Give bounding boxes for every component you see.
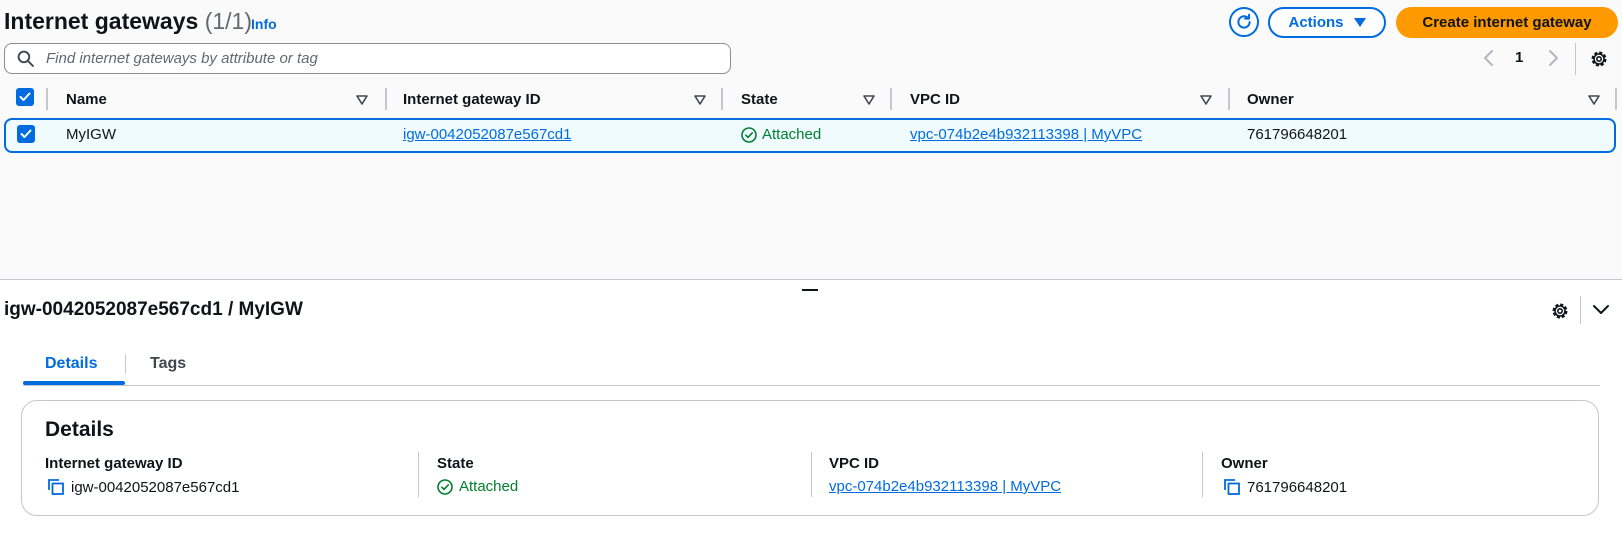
row-state-label: Attached [762, 126, 822, 143]
status-success-icon [437, 478, 453, 495]
details-card [21, 400, 1599, 516]
row-checkbox[interactable] [17, 125, 35, 143]
status-success-icon [741, 126, 757, 143]
column-header-state[interactable]: State [741, 91, 778, 108]
column-divider [811, 452, 812, 497]
row-owner: 761796648201 [1247, 126, 1348, 143]
column-divider [46, 88, 48, 110]
column-header-vpc-id[interactable]: VPC ID [910, 91, 960, 108]
column-header-owner[interactable]: Owner [1247, 91, 1294, 108]
select-all-checkbox[interactable] [16, 88, 34, 106]
field-label-gateway-id: Internet gateway ID [45, 455, 183, 472]
row-state: Attached [741, 126, 821, 143]
column-divider [721, 88, 723, 110]
sort-icon[interactable] [1588, 94, 1600, 106]
current-page[interactable]: 1 [1515, 49, 1523, 66]
column-divider [385, 88, 387, 110]
search-input[interactable]: Find internet gateways by attribute or t… [4, 43, 731, 74]
column-divider [418, 452, 419, 497]
create-internet-gateway-button[interactable]: Create internet gateway [1396, 7, 1618, 38]
row-name: MyIGW [66, 126, 116, 143]
gear-icon[interactable] [1589, 49, 1609, 69]
checkmark-icon [19, 92, 31, 101]
vpc-id-link[interactable]: vpc-074b2e4b932113398 | MyVPC [829, 478, 1061, 495]
field-value-gateway-id: igw-0042052087e567cd1 [47, 478, 239, 496]
column-divider [1202, 452, 1203, 497]
sort-icon[interactable] [1200, 94, 1212, 106]
field-value-state: Attached [437, 478, 518, 495]
tab-baseline [23, 385, 1600, 386]
field-label-owner: Owner [1221, 455, 1268, 472]
tab-details[interactable]: Details [45, 355, 97, 373]
tab-separator [125, 354, 126, 374]
column-header-name[interactable]: Name [66, 91, 107, 108]
copy-icon[interactable] [47, 478, 65, 496]
field-value-owner: 761796648201 [1223, 478, 1347, 496]
sort-icon[interactable] [694, 94, 706, 106]
gateway-id-value: igw-0042052087e567cd1 [71, 478, 240, 496]
chevron-down-icon[interactable] [1592, 303, 1610, 317]
details-card-title: Details [45, 418, 114, 441]
search-placeholder: Find internet gateways by attribute or t… [46, 50, 318, 67]
row-vpc-id-link[interactable]: vpc-074b2e4b932113398 | MyVPC [910, 126, 1142, 143]
divider [1580, 296, 1581, 324]
chevron-left-icon[interactable] [1482, 49, 1496, 67]
sort-icon[interactable] [356, 94, 368, 106]
create-label: Create internet gateway [1422, 14, 1592, 31]
owner-value: 761796648201 [1247, 478, 1348, 496]
checkmark-icon [20, 129, 32, 138]
actions-label: Actions [1288, 14, 1344, 31]
field-label-state: State [437, 455, 474, 472]
resize-handle[interactable] [802, 289, 818, 291]
row-gateway-id-link[interactable]: igw-0042052087e567cd1 [403, 126, 571, 143]
column-divider [1228, 88, 1230, 110]
tab-tags[interactable]: Tags [150, 355, 186, 373]
column-divider [1615, 88, 1617, 110]
gear-icon[interactable] [1550, 301, 1570, 321]
detail-title: igw-0042052087e567cd1 / MyIGW [4, 299, 303, 320]
field-label-vpc-id: VPC ID [829, 455, 880, 472]
refresh-button[interactable] [1229, 7, 1259, 37]
state-value: Attached [459, 478, 519, 495]
chevron-right-icon[interactable] [1546, 49, 1560, 67]
page-title-text: Internet gateways [4, 8, 199, 34]
split-panel-divider [0, 279, 1622, 280]
actions-button[interactable]: Actions [1268, 7, 1386, 38]
search-icon [17, 50, 34, 67]
divider [1575, 43, 1576, 75]
caret-down-icon [1353, 17, 1366, 27]
info-link[interactable]: Info [251, 16, 277, 32]
copy-icon[interactable] [1223, 478, 1241, 496]
column-divider [890, 88, 892, 110]
column-header-gateway-id[interactable]: Internet gateway ID [403, 91, 541, 108]
page-title: Internet gateways (1/1) [4, 8, 252, 35]
refresh-icon [1237, 13, 1251, 29]
sort-icon[interactable] [863, 94, 875, 106]
selection-count: (1/1) [204, 8, 252, 34]
